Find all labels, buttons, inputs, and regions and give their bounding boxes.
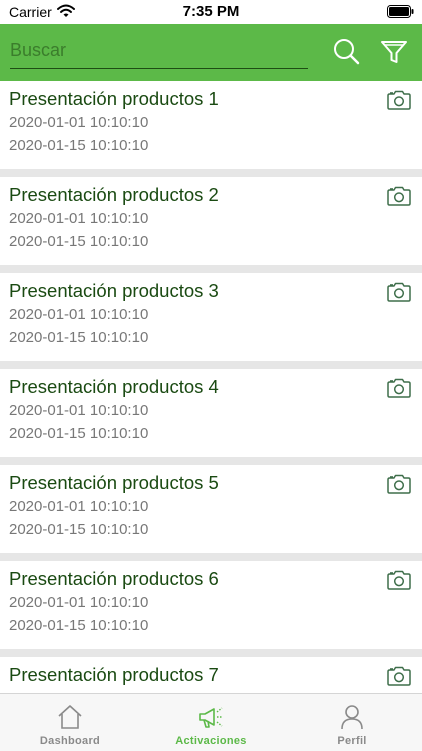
activations-list[interactable]: Presentación productos 1 2020-01-01 10:1… bbox=[0, 81, 422, 693]
camera-icon bbox=[387, 186, 411, 206]
person-icon bbox=[341, 705, 363, 730]
camera-icon bbox=[387, 570, 411, 590]
item-end-date: 2020-01-15 10:10:10 bbox=[9, 521, 149, 538]
home-icon bbox=[58, 705, 82, 729]
camera-icon bbox=[387, 90, 411, 110]
camera-icon bbox=[387, 666, 411, 686]
status-bar: Carrier 7:35 PM bbox=[0, 0, 422, 24]
item-end-date: 2020-01-15 10:10:10 bbox=[9, 425, 149, 442]
list-item[interactable]: Presentación productos 2 2020-01-01 10:1… bbox=[0, 177, 422, 265]
camera-button[interactable] bbox=[386, 665, 412, 687]
status-time: 7:35 PM bbox=[182, 3, 240, 20]
tab-activaciones[interactable]: Activaciones bbox=[141, 694, 281, 751]
battery-icon bbox=[387, 5, 414, 18]
item-end-date: 2020-01-15 10:10:10 bbox=[9, 233, 149, 250]
search-button[interactable] bbox=[331, 36, 363, 68]
item-title: Presentación productos 4 bbox=[9, 376, 219, 397]
item-title: Presentación productos 3 bbox=[9, 280, 219, 301]
item-start-date: 2020-01-01 10:10:10 bbox=[9, 402, 149, 419]
list-item[interactable]: Presentación productos 6 2020-01-01 10:1… bbox=[0, 561, 422, 649]
item-end-date: 2020-01-15 10:10:10 bbox=[9, 617, 149, 634]
tab-label: Dashboard bbox=[39, 735, 101, 747]
list-item[interactable]: Presentación productos 7 2020-01-01 10:1… bbox=[0, 657, 422, 693]
search-input[interactable] bbox=[10, 34, 308, 69]
item-title: Presentación productos 7 bbox=[9, 664, 219, 685]
camera-button[interactable] bbox=[386, 281, 412, 303]
item-end-date: 2020-01-15 10:10:10 bbox=[9, 137, 149, 154]
camera-button[interactable] bbox=[386, 89, 412, 111]
camera-button[interactable] bbox=[386, 569, 412, 591]
filter-button[interactable] bbox=[378, 36, 410, 68]
filter-icon bbox=[381, 41, 407, 63]
item-start-date: 2020-01-01 10:10:10 bbox=[9, 498, 149, 515]
item-title: Presentación productos 2 bbox=[9, 184, 219, 205]
list-item[interactable]: Presentación productos 3 2020-01-01 10:1… bbox=[0, 273, 422, 361]
item-end-date: 2020-01-15 10:10:10 bbox=[9, 329, 149, 346]
search-header bbox=[0, 24, 422, 81]
item-title: Presentación productos 6 bbox=[9, 568, 219, 589]
camera-button[interactable] bbox=[386, 473, 412, 495]
tab-label: Activaciones bbox=[175, 735, 247, 747]
item-start-date: 2020-01-01 10:10:10 bbox=[9, 210, 149, 227]
item-start-date: 2020-01-01 10:10:10 bbox=[9, 594, 149, 611]
item-title: Presentación productos 1 bbox=[9, 88, 219, 109]
camera-icon bbox=[387, 282, 411, 302]
item-start-date: 2020-01-01 10:10:10 bbox=[9, 114, 149, 131]
search-icon bbox=[334, 39, 360, 65]
item-start-date: 2020-01-01 10:10:10 bbox=[9, 306, 149, 323]
tab-label: Perfil bbox=[337, 735, 367, 747]
tab-dashboard[interactable]: Dashboard bbox=[0, 694, 140, 751]
megaphone-icon bbox=[199, 707, 223, 728]
camera-icon bbox=[387, 378, 411, 398]
list-item[interactable]: Presentación productos 5 2020-01-01 10:1… bbox=[0, 465, 422, 553]
list-item[interactable]: Presentación productos 1 2020-01-01 10:1… bbox=[0, 81, 422, 169]
item-title: Presentación productos 5 bbox=[9, 472, 219, 493]
tab-perfil[interactable]: Perfil bbox=[282, 694, 422, 751]
camera-button[interactable] bbox=[386, 377, 412, 399]
list-item[interactable]: Presentación productos 4 2020-01-01 10:1… bbox=[0, 369, 422, 457]
camera-icon bbox=[387, 474, 411, 494]
camera-button[interactable] bbox=[386, 185, 412, 207]
tab-bar: Dashboard Activaciones Perfil bbox=[0, 693, 422, 751]
